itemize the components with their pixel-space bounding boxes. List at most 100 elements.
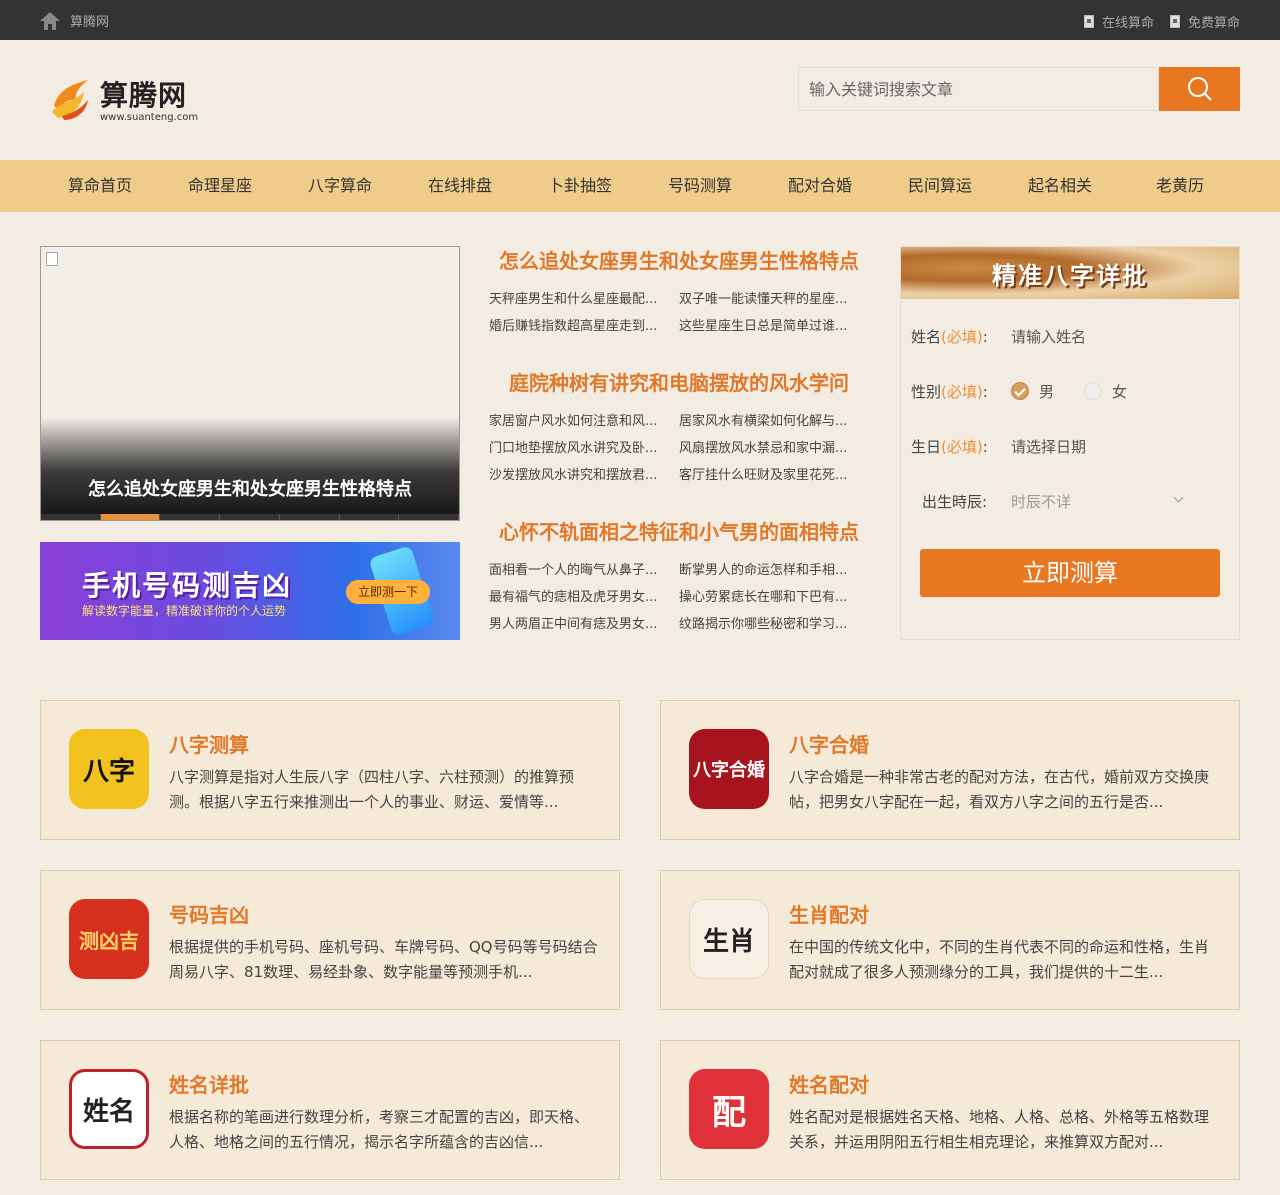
service-card-name-analysis[interactable]: 姓名 姓名详批 根据名称的笔画进行数理分析，考察三才配置的吉凶，即天格、人格、地…	[40, 1040, 620, 1180]
nav-item-number[interactable]: 号码测算	[640, 160, 760, 212]
male-label[interactable]: 男	[1039, 381, 1054, 402]
name-input[interactable]: 请输入姓名	[1011, 326, 1086, 347]
marriage-icon: 八字合婚	[689, 729, 769, 809]
news-link[interactable]: 纹路揭示你哪些秘密和学习...	[679, 611, 869, 638]
card-title[interactable]: 八字合婚	[789, 729, 869, 758]
service-card-marriage[interactable]: 八字合婚 八字合婚 八字合婚是一种非常古老的配对方法，在古代，婚前双方交换庚帖，…	[660, 700, 1240, 840]
phone-number-banner[interactable]: 手机号码测吉凶 解读数字能量，精准破译你的个人运势 立即测一下	[40, 542, 460, 640]
online-fortune-link[interactable]: 在线算命	[1083, 12, 1154, 31]
nav-item-almanac[interactable]: 老黄历	[1120, 160, 1240, 212]
nav-item-naming[interactable]: 起名相关	[1000, 160, 1120, 212]
main-nav: 算命首页 命理星座 八字算命 在线排盘 卜卦抽签 号码测算 配对合婚 民间算运 …	[0, 160, 1280, 212]
nav-item-folk[interactable]: 民间算运	[880, 160, 1000, 212]
card-description: 根据提供的手机号码、座机号码、车牌号码、QQ号码等号码结合周易八字、81数理、易…	[169, 938, 598, 981]
slider-dot[interactable]	[340, 514, 400, 520]
broken-image-icon	[46, 252, 58, 266]
slider-dot-active[interactable]	[100, 514, 161, 520]
news-link[interactable]: 双子唯一能读懂天秤的星座...	[679, 286, 869, 313]
card-title[interactable]: 姓名详批	[169, 1069, 249, 1098]
news-link[interactable]: 男人两眉正中间有痣及男女...	[489, 611, 679, 638]
nav-item-online-chart[interactable]: 在线排盘	[400, 160, 520, 212]
news-link[interactable]: 天秤座男生和什么星座最配...	[489, 286, 679, 313]
slider-dot[interactable]	[160, 514, 221, 520]
birthday-row: 生日(必填): 请选择日期	[911, 436, 1087, 457]
top-bar: 算腾网 在线算命 免费算命	[0, 0, 1280, 40]
slider-dot[interactable]	[41, 514, 101, 520]
search-button[interactable]	[1159, 67, 1240, 111]
featured-slider[interactable]: 怎么追处女座男生和处女座男生性格特点	[40, 246, 460, 521]
news-link[interactable]: 客厅挂什么旺财及家里花死...	[679, 462, 869, 489]
card-description: 八字合婚是一种非常古老的配对方法，在古代，婚前双方交换庚帖，把男女八字配在一起，…	[789, 768, 1210, 811]
news-link[interactable]: 婚后赚钱指数超高星座走到...	[489, 313, 679, 340]
news-headline[interactable]: 心怀不轨面相之特征和小气男的面相特点	[489, 517, 869, 547]
hour-select[interactable]: 时辰不详	[1011, 491, 1071, 512]
slider-caption[interactable]: 怎么追处女座男生和处女座男生性格特点	[41, 475, 459, 501]
nav-item-divination[interactable]: 卜卦抽签	[520, 160, 640, 212]
news-link[interactable]: 家居窗户风水如何注意和风...	[489, 408, 679, 435]
banner-subtitle: 解读数字能量，精准破译你的个人运势	[82, 604, 287, 618]
female-radio[interactable]	[1084, 382, 1103, 400]
news-link[interactable]: 断掌男人的命运怎样和手相...	[679, 557, 869, 584]
home-link[interactable]: 算腾网	[40, 11, 109, 30]
slider-dot[interactable]	[399, 514, 460, 520]
news-link[interactable]: 沙发摆放风水讲究和摆放君...	[489, 462, 679, 489]
banner-title: 手机号码测吉凶	[82, 569, 293, 602]
news-link[interactable]: 操心劳累痣长在哪和下巴有...	[679, 584, 869, 611]
bazi-form: 精准八字详批 姓名(必填): 请输入姓名 性别(必填): 男 女 生日(必填):…	[900, 246, 1240, 640]
news-link[interactable]: 面相看一个人的晦气从鼻子...	[489, 557, 679, 584]
site-name: 算腾网	[70, 15, 110, 30]
nav-item-bazi[interactable]: 八字算命	[280, 160, 400, 212]
submit-button[interactable]: 立即测算	[920, 549, 1220, 597]
news-headline[interactable]: 怎么追处女座男生和处女座男生性格特点	[489, 246, 869, 276]
search-bar	[798, 67, 1240, 111]
chevron-down-icon	[1173, 492, 1184, 503]
free-fortune-link[interactable]: 免费算命	[1169, 12, 1240, 31]
logo-text: 算腾网	[100, 79, 188, 112]
card-description: 根据名称的笔画进行数理分析，考察三才配置的吉凶，即天格、人格、地格之间的五行情况…	[169, 1108, 590, 1151]
news-link[interactable]: 风扇摆放风水禁忌和家中漏...	[679, 435, 869, 462]
zodiac-icon: 生肖	[689, 899, 769, 979]
service-card-number[interactable]: 测凶吉 号码吉凶 根据提供的手机号码、座机号码、车牌号码、QQ号码等号码结合周易…	[40, 870, 620, 1010]
news-headline[interactable]: 庭院种树有讲究和电脑摆放的风水学问	[489, 368, 869, 398]
logo-url: www.suanteng.com	[100, 112, 199, 123]
female-label[interactable]: 女	[1112, 381, 1127, 402]
news-block: 心怀不轨面相之特征和小气男的面相特点 面相看一个人的晦气从鼻子... 断掌男人的…	[489, 517, 869, 638]
form-title: 精准八字详批	[901, 247, 1239, 299]
news-link[interactable]: 门口地垫摆放风水讲究及卧...	[489, 435, 679, 462]
card-title[interactable]: 号码吉凶	[169, 899, 249, 928]
document-icon	[1083, 15, 1094, 28]
number-icon: 测凶吉	[69, 899, 149, 979]
service-card-name-matching[interactable]: 配 姓名配对 姓名配对是根据姓名天格、地格、人格、总格、外格等五格数理关系，并运…	[660, 1040, 1240, 1180]
card-description: 姓名配对是根据姓名天格、地格、人格、总格、外格等五格数理关系，并运用阴阳五行相生…	[789, 1108, 1210, 1151]
card-title[interactable]: 八字测算	[169, 729, 249, 758]
birthday-input[interactable]: 请选择日期	[1011, 436, 1086, 457]
news-link[interactable]: 居家风水有横梁如何化解与...	[679, 408, 869, 435]
male-radio[interactable]	[1011, 382, 1029, 400]
hour-row: 出生時辰: 时辰不详	[922, 486, 1242, 516]
phoenix-logo-icon	[52, 80, 88, 120]
news-block: 庭院种树有讲究和电脑摆放的风水学问 家居窗户风水如何注意和风... 居家风水有横…	[489, 368, 869, 489]
search-input[interactable]	[798, 67, 1159, 111]
name-matching-icon: 配	[689, 1069, 769, 1149]
bazi-icon: 八字	[69, 729, 149, 809]
card-description: 在中国的传统文化中，不同的生肖代表不同的命运和性格，生肖配对就成了很多人预测缘分…	[789, 938, 1210, 981]
slider-indicators	[41, 514, 460, 520]
logo[interactable]: 算腾网 www.suanteng.com	[48, 70, 208, 130]
slider-dot[interactable]	[220, 514, 280, 520]
nav-item-matching[interactable]: 配对合婚	[760, 160, 880, 212]
nav-item-home[interactable]: 算命首页	[40, 160, 160, 212]
document-icon	[1169, 15, 1180, 28]
card-description: 八字测算是指对人生辰八字（四柱八字、六柱预测）的推算预测。根据八字五行来推测出一…	[169, 768, 575, 811]
news-link[interactable]: 最有福气的痣相及虎牙男女...	[489, 584, 679, 611]
service-card-bazi[interactable]: 八字 八字测算 八字测算是指对人生辰八字（四柱八字、六柱预测）的推算预测。根据八…	[40, 700, 620, 840]
header: 算腾网 www.suanteng.com	[0, 40, 1280, 160]
slider-dot[interactable]	[280, 514, 340, 520]
name-analysis-icon: 姓名	[69, 1069, 149, 1149]
card-title[interactable]: 生肖配对	[789, 899, 869, 928]
service-card-zodiac[interactable]: 生肖 生肖配对 在中国的传统文化中，不同的生肖代表不同的命运和性格，生肖配对就成…	[660, 870, 1240, 1010]
card-title[interactable]: 姓名配对	[789, 1069, 869, 1098]
name-row: 姓名(必填): 请输入姓名	[911, 326, 1087, 347]
banner-cta-button[interactable]: 立即测一下	[346, 580, 430, 604]
news-link[interactable]: 这些星座生日总是简单过谁...	[679, 313, 869, 340]
nav-item-astrology[interactable]: 命理星座	[160, 160, 280, 212]
